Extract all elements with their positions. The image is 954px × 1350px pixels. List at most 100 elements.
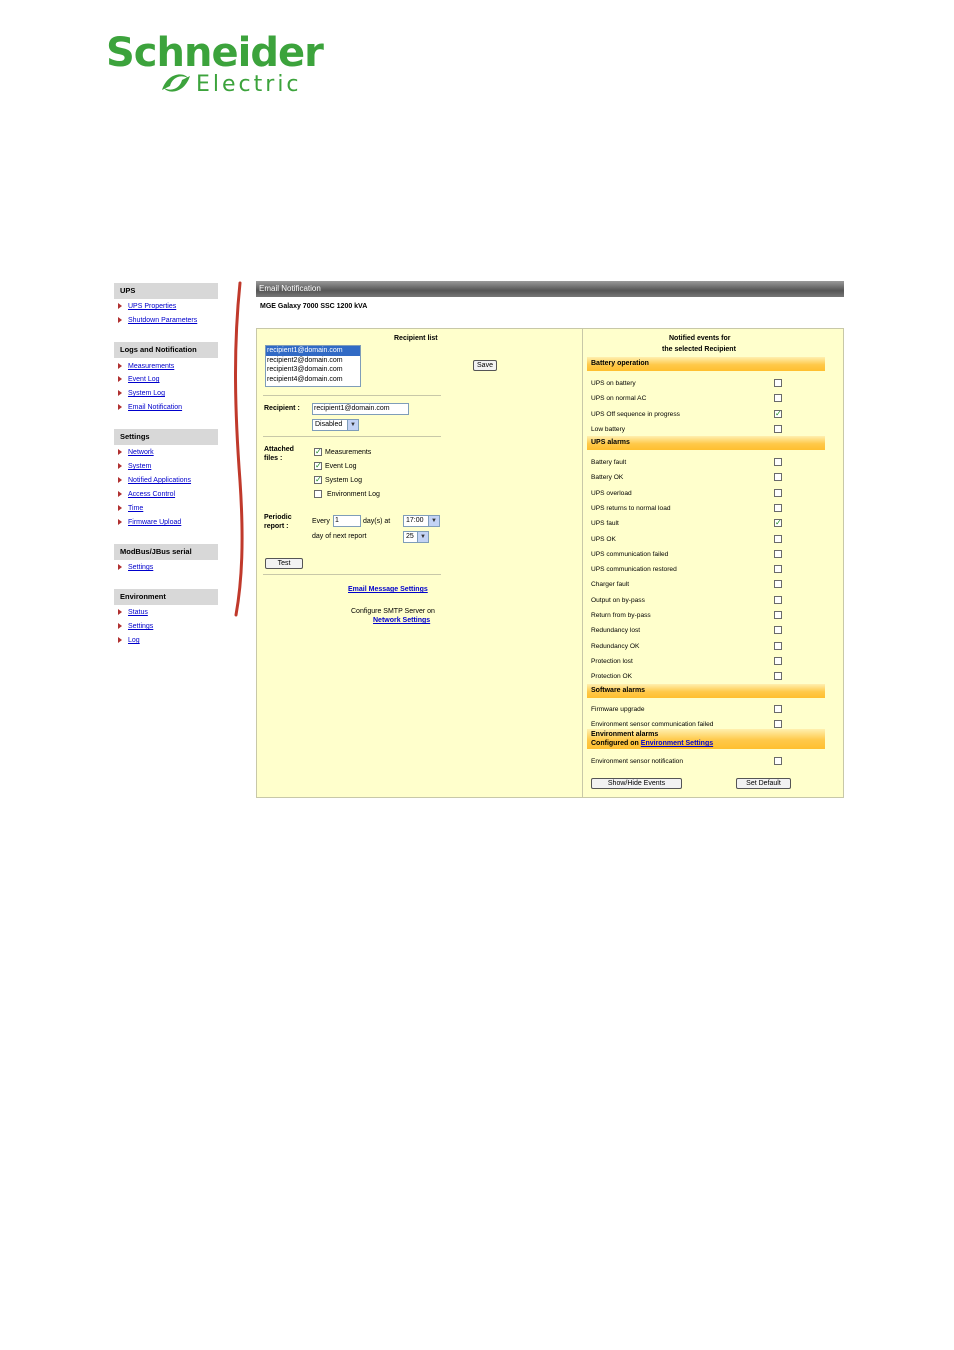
event-checkbox[interactable] [774, 504, 782, 512]
event-label: Output on by-pass [591, 597, 645, 604]
sidebar-group-modbus: ModBus/JBus serial [114, 544, 218, 560]
sidebar-item-email-notification[interactable]: Email Notification [118, 403, 182, 413]
sidebar-item-ups-properties[interactable]: UPS Properties [118, 302, 176, 312]
event-checkbox[interactable] [774, 425, 782, 433]
sidebar-item-access-control[interactable]: Access Control [118, 490, 175, 500]
sidebar-group-environment: Environment [114, 589, 218, 605]
sidebar-item-system[interactable]: System [118, 462, 151, 472]
event-label: UPS Off sequence in progress [591, 411, 680, 418]
sidebar-item-measurements[interactable]: Measurements [118, 362, 174, 372]
status-select-value: Disabled [315, 421, 343, 428]
sidebar-item-time[interactable]: Time [118, 504, 143, 514]
sidebar-item-event-log[interactable]: Event Log [118, 375, 160, 385]
event-label: Environment sensor notification [591, 758, 683, 765]
event-checkbox[interactable] [774, 580, 782, 588]
event-checkbox[interactable] [774, 626, 782, 634]
system-log-checkbox[interactable]: ✓ [314, 476, 322, 484]
event-checkbox[interactable] [774, 672, 782, 680]
bullet-icon [118, 609, 122, 616]
network-settings-link[interactable]: Network Settings [373, 617, 430, 624]
event-checkbox[interactable] [774, 720, 782, 728]
chevron-down-icon: ▼ [347, 420, 358, 430]
recipient-label: Recipient : [264, 405, 300, 412]
event-checkbox[interactable] [774, 550, 782, 558]
bullet-icon [118, 463, 122, 470]
measurements-checkbox[interactable]: ✓ [314, 448, 322, 456]
event-label: Battery OK [591, 474, 624, 481]
separator [263, 574, 441, 575]
bullet-icon [118, 390, 122, 397]
section-alarms: UPS alarms [587, 436, 825, 450]
event-checkbox[interactable] [774, 611, 782, 619]
device-name: MGE Galaxy 7000 SSC 1200 kVA [260, 303, 368, 310]
event-label: Redundancy OK [591, 643, 640, 650]
time-select[interactable]: 17:00 ▼ [403, 515, 440, 527]
sidebar-item-firmware-upload[interactable]: Firmware Upload [118, 518, 181, 528]
next-report-day-select[interactable]: 25 ▼ [403, 531, 429, 543]
event-checkbox[interactable] [774, 379, 782, 387]
recipient-option[interactable]: recipient3@domain.com [266, 365, 360, 375]
event-label: UPS overload [591, 490, 632, 497]
recipient-listbox[interactable]: recipient1@domain.com recipient2@domain.… [265, 345, 361, 387]
sidebar-item-env-status[interactable]: Status [118, 608, 148, 618]
event-checkbox[interactable] [774, 394, 782, 402]
sidebar-item-env-settings[interactable]: Settings [118, 622, 153, 632]
recipient-option[interactable]: recipient4@domain.com [266, 375, 360, 385]
separator [263, 395, 441, 396]
recipient-option[interactable]: recipient2@domain.com [266, 356, 360, 366]
every-days-input[interactable]: 1 [333, 515, 361, 527]
sidebar-item-modbus-settings[interactable]: Settings [118, 563, 153, 573]
event-checkbox[interactable] [774, 473, 782, 481]
event-log-checkbox[interactable]: ✓ [314, 462, 322, 470]
event-label: Battery fault [591, 459, 627, 466]
configured-on-text: Configured on [591, 740, 639, 747]
sidebar-group-logs: Logs and Notification [114, 342, 218, 358]
set-default-button[interactable]: Set Default [736, 778, 791, 789]
test-button[interactable]: Test [265, 558, 303, 569]
event-log-label: Event Log [325, 463, 357, 470]
decorative-red-stroke [234, 281, 244, 617]
recipient-email-input[interactable]: recipient1@domain.com [312, 403, 409, 415]
measurements-label: Measurements [325, 449, 372, 456]
event-checkbox[interactable] [774, 458, 782, 466]
notification-panel: Recipient list recipient1@domain.com rec… [256, 328, 844, 798]
save-button[interactable]: Save [473, 360, 497, 371]
sidebar-item-network[interactable]: Network [118, 448, 154, 458]
logo-symbol-icon [162, 74, 190, 92]
event-checkbox[interactable]: ✓ [774, 519, 782, 527]
event-label: UPS returns to normal load [591, 505, 671, 512]
event-checkbox[interactable]: ✓ [774, 410, 782, 418]
days-at-label: day(s) at [363, 518, 391, 525]
event-checkbox[interactable] [774, 642, 782, 650]
event-checkbox[interactable] [774, 565, 782, 573]
environment-log-checkbox[interactable] [314, 490, 322, 498]
bullet-icon [118, 303, 122, 310]
sidebar-item-notified-applications[interactable]: Notified Applications [118, 476, 191, 486]
event-checkbox[interactable] [774, 596, 782, 604]
recipient-option[interactable]: recipient1@domain.com [266, 346, 360, 356]
event-checkbox[interactable] [774, 705, 782, 713]
notified-events-title: Notified events for [669, 335, 731, 342]
bullet-icon [118, 623, 122, 630]
environment-settings-link[interactable]: Environment Settings [641, 740, 713, 747]
page-title: Email Notification [256, 281, 844, 297]
event-checkbox[interactable] [774, 535, 782, 543]
sidebar-item-env-log[interactable]: Log [118, 636, 140, 646]
sidebar-item-system-log[interactable]: System Log [118, 389, 165, 399]
event-label: UPS fault [591, 520, 619, 527]
event-checkbox[interactable] [774, 757, 782, 765]
status-select[interactable]: Disabled ▼ [312, 419, 359, 431]
email-message-settings-link[interactable]: Email Message Settings [348, 586, 428, 593]
show-hide-events-button[interactable]: Show/Hide Events [591, 778, 682, 789]
sidebar-item-shutdown-parameters[interactable]: Shutdown Parameters [118, 316, 197, 326]
section-environment-title: Environment alarms [591, 731, 659, 738]
event-label: UPS on normal AC [591, 395, 647, 402]
chevron-down-icon: ▼ [428, 516, 439, 526]
sidebar-group-ups: UPS [114, 283, 218, 299]
bullet-icon [118, 564, 122, 571]
logo-wordmark-electric: Electric [196, 72, 302, 97]
bullet-icon [118, 376, 122, 383]
event-checkbox[interactable] [774, 657, 782, 665]
bullet-icon [118, 404, 122, 411]
event-checkbox[interactable] [774, 489, 782, 497]
